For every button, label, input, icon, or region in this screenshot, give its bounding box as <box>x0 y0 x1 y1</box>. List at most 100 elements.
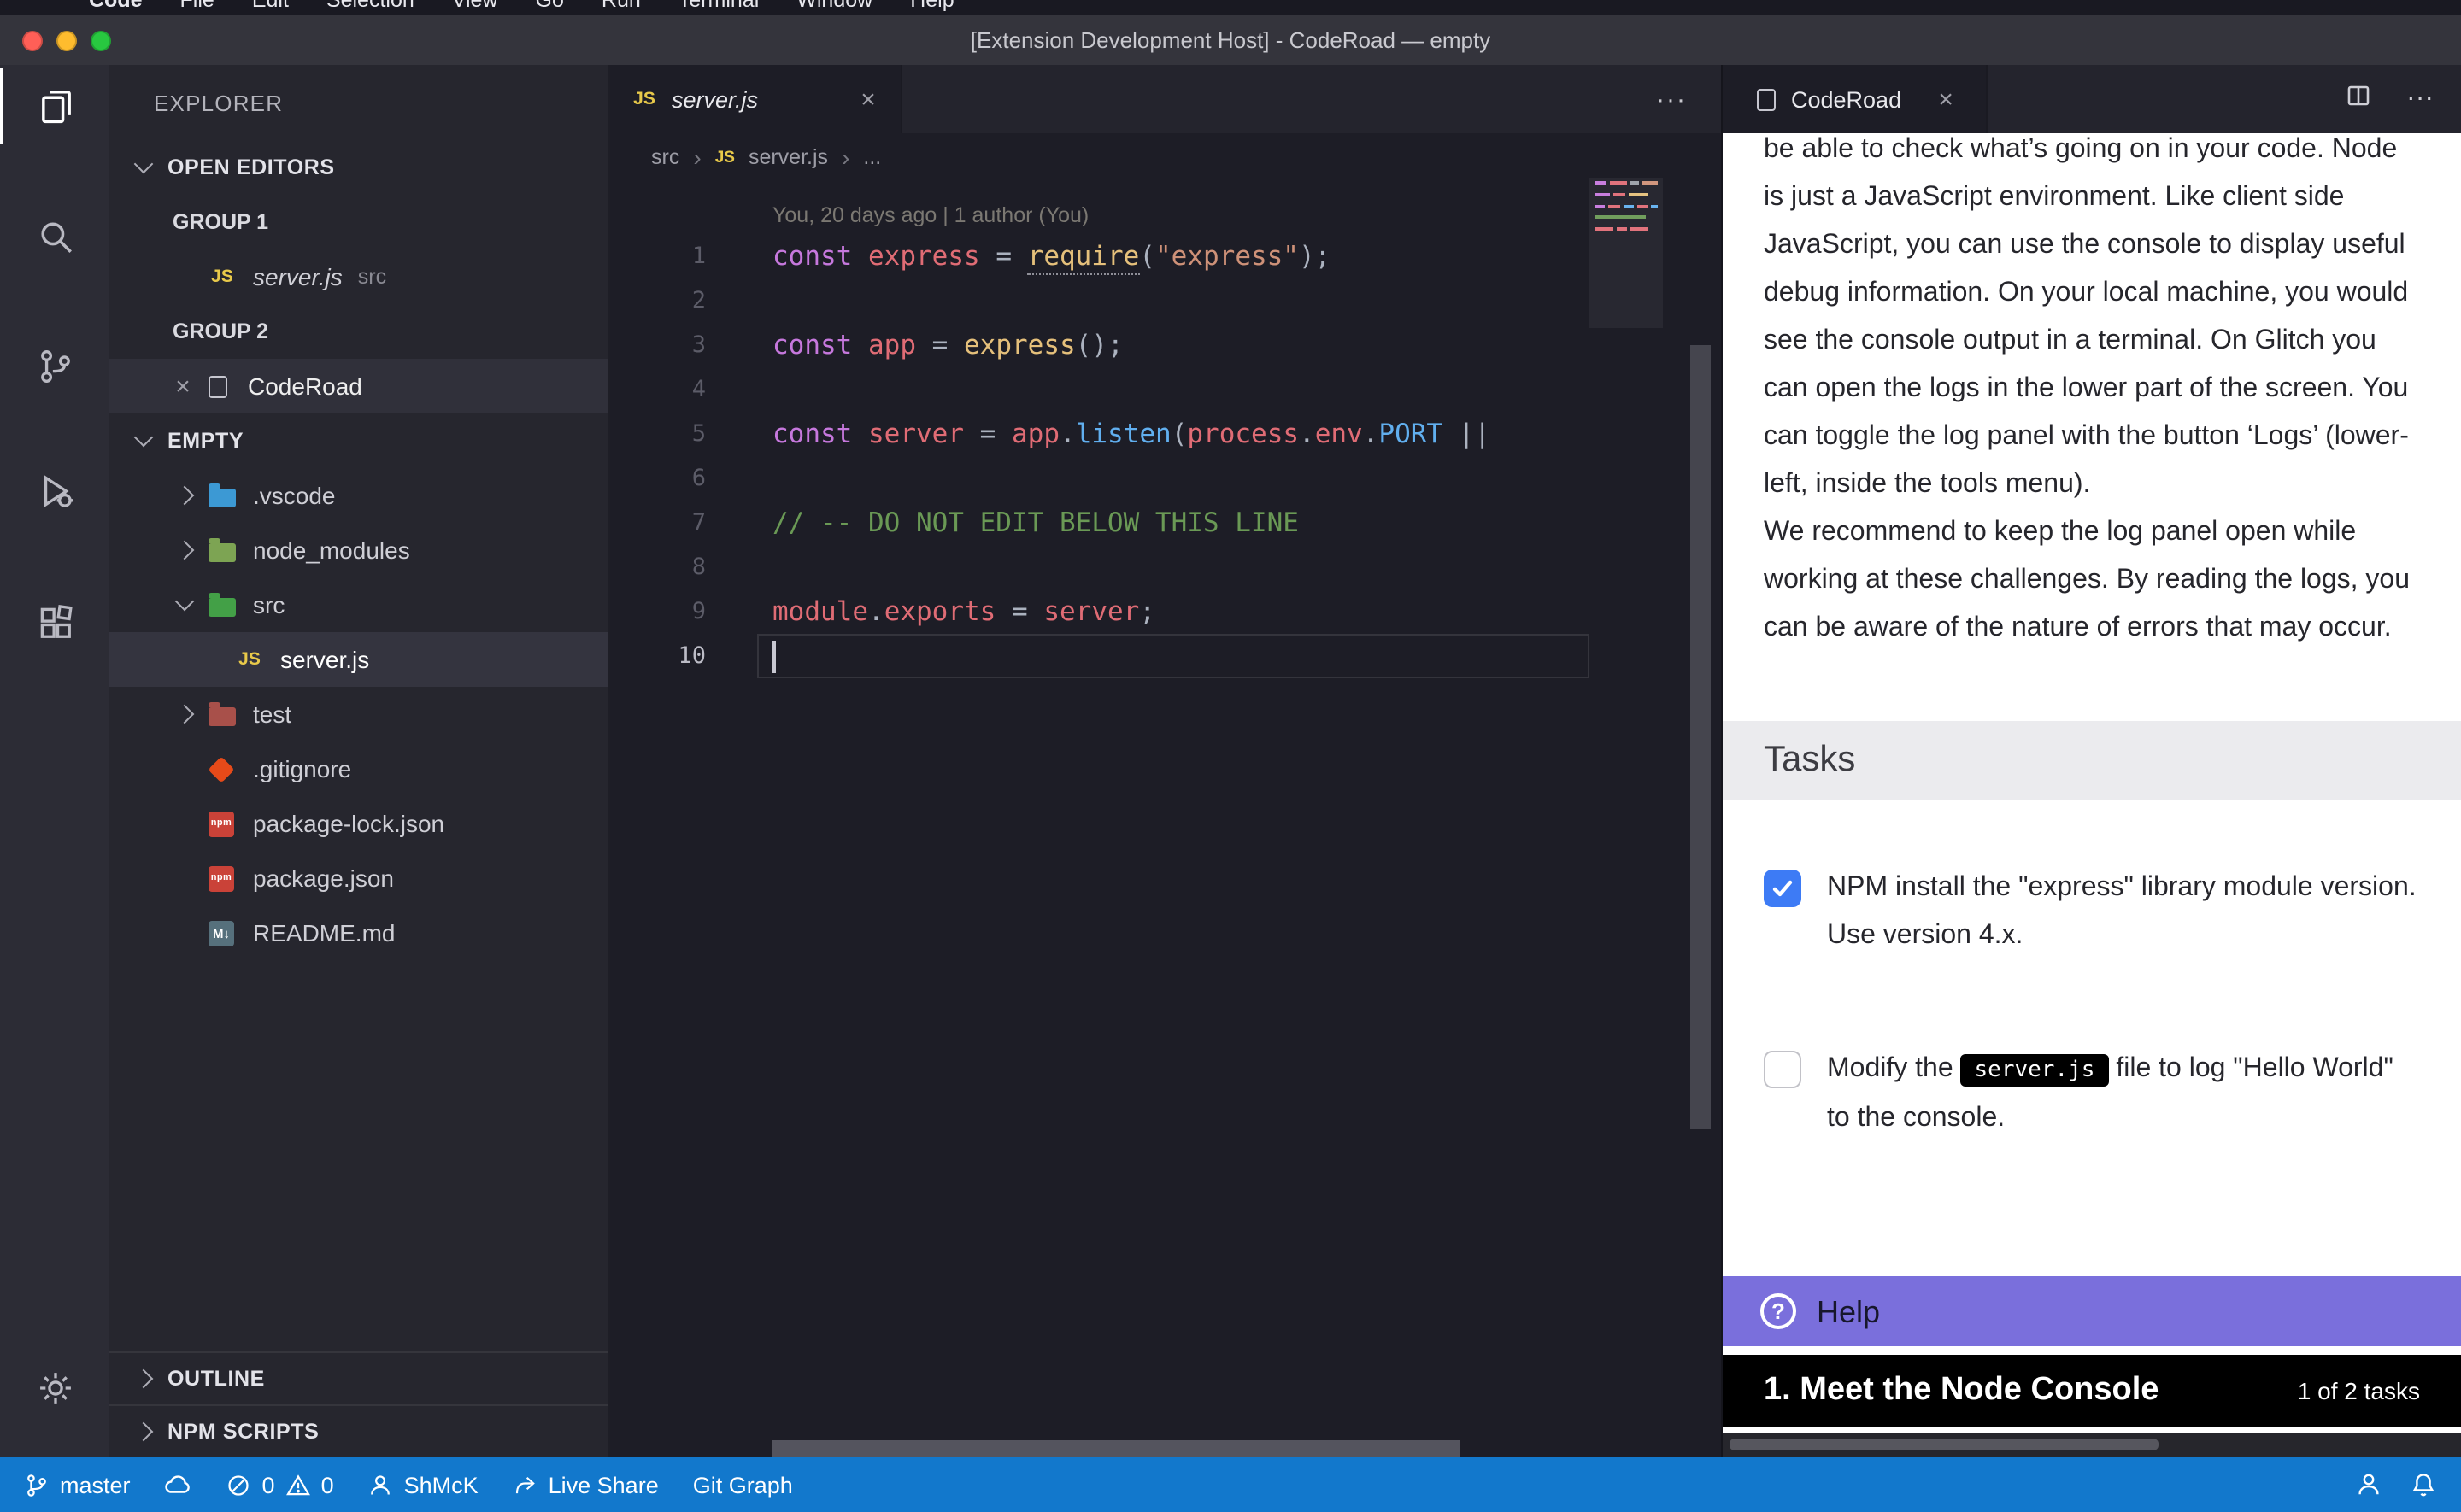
git-branch-item[interactable]: master <box>24 1472 131 1497</box>
tree-item-vscode[interactable]: .vscode <box>109 468 608 523</box>
tree-item-node-modules[interactable]: node_modules <box>109 523 608 577</box>
checkbox-checked[interactable] <box>1764 870 1801 907</box>
code-token: || <box>1442 419 1490 449</box>
code-token: exports <box>884 596 996 627</box>
menu-item-code[interactable]: Code <box>89 0 143 12</box>
code-token: "express" <box>1155 241 1299 272</box>
breadcrumb-src[interactable]: src <box>651 145 679 169</box>
chevron-right-icon <box>134 1369 154 1389</box>
tree-item-test[interactable]: test <box>109 687 608 741</box>
coderoad-webview: be able to check what’s going on in your… <box>1723 133 2461 1457</box>
code-token: express <box>964 330 1076 360</box>
tree-item-gitignore[interactable]: .gitignore <box>109 741 608 796</box>
code-token: module <box>772 596 868 627</box>
code-line: 1 const express = require("express"); <box>610 234 1721 278</box>
folder-open-icon <box>209 597 236 616</box>
inline-code-chip: server.js <box>1961 1054 2109 1087</box>
menu-item-view[interactable]: View <box>452 0 498 12</box>
run-debug-icon[interactable] <box>0 453 109 528</box>
open-editor-coderoad[interactable]: × CodeRoad <box>109 359 608 413</box>
menu-item-window[interactable]: Window <box>796 0 872 12</box>
notifications-bell-icon[interactable] <box>2410 1471 2437 1498</box>
menu-item-help[interactable]: Help <box>910 0 954 12</box>
code-token: = <box>996 596 1043 627</box>
tree-item-src[interactable]: src <box>109 577 608 632</box>
lesson-title: 1. Meet the Node Console <box>1764 1367 2159 1415</box>
close-window-button[interactable] <box>22 30 43 50</box>
search-icon[interactable] <box>0 198 109 273</box>
problems-item[interactable]: 0 0 <box>226 1472 334 1497</box>
checkbox-unchecked[interactable] <box>1764 1051 1801 1088</box>
editor-more-actions[interactable]: ··· <box>1656 65 1687 133</box>
publish-changes-button[interactable] <box>165 1471 192 1498</box>
breadcrumb-server-js[interactable]: server.js <box>749 145 828 169</box>
project-section-header[interactable]: EMPTY <box>109 413 608 468</box>
open-editor-server-js[interactable]: JS server.js src <box>109 249 608 304</box>
close-icon[interactable]: × <box>171 373 195 399</box>
npm-scripts-section-header[interactable]: NPM SCRIPTS <box>109 1404 608 1457</box>
menu-item-run[interactable]: Run <box>602 0 641 12</box>
settings-gear-icon[interactable] <box>0 1350 109 1425</box>
lesson-title-bar: 1. Meet the Node Console 1 of 2 tasks <box>1723 1355 2461 1427</box>
status-bar: master 0 0 ShMcK Live <box>0 1457 2461 1512</box>
source-control-icon[interactable] <box>0 328 109 403</box>
menu-item-edit[interactable]: Edit <box>252 0 289 12</box>
close-icon[interactable]: × <box>1934 86 1958 112</box>
warning-icon <box>285 1472 311 1497</box>
git-graph-button[interactable]: Git Graph <box>693 1472 793 1497</box>
window-title: [Extension Development Host] - CodeRoad … <box>971 27 1490 53</box>
editor-vertical-scrollbar[interactable] <box>1690 345 1711 1129</box>
activity-bar <box>0 65 109 1457</box>
editor-horizontal-scrollbar[interactable] <box>772 1440 1460 1457</box>
open-editors-header[interactable]: OPEN EDITORS <box>109 140 608 195</box>
task-item-2: Modify the server.js file to log "Hello … <box>1723 1046 2461 1143</box>
chevron-right-icon: › <box>693 144 701 171</box>
split-editor-icon[interactable] <box>2345 81 2372 117</box>
minimize-window-button[interactable] <box>56 30 77 50</box>
tree-item-package-lock[interactable]: npm package-lock.json <box>109 796 608 851</box>
code-line: 2 <box>610 278 1721 323</box>
zoom-window-button[interactable] <box>91 30 111 50</box>
scrollbar-slider[interactable] <box>1730 1439 2158 1450</box>
tree-item-server-js[interactable]: JS server.js <box>109 632 608 687</box>
code-token: = <box>916 330 964 360</box>
menu-item-file[interactable]: File <box>180 0 214 12</box>
code-token: // -- DO NOT EDIT BELOW THIS LINE <box>772 507 1299 538</box>
close-icon[interactable]: × <box>856 86 880 112</box>
file-icon <box>209 375 227 397</box>
breadcrumb-symbol[interactable]: ... <box>863 145 881 169</box>
explorer-icon[interactable] <box>0 68 109 144</box>
share-icon <box>513 1472 538 1497</box>
chevron-right-icon: › <box>842 144 849 171</box>
code-token: ); <box>1299 241 1330 272</box>
more-actions-icon[interactable]: ··· <box>2406 84 2434 114</box>
account-icon[interactable] <box>2355 1471 2382 1498</box>
cloud-icon <box>165 1471 192 1498</box>
minimap-slider[interactable] <box>1589 178 1663 328</box>
extensions-icon[interactable] <box>0 584 109 659</box>
tab-server-js[interactable]: JS server.js × <box>610 65 902 133</box>
tree-item-readme[interactable]: M↓ README.md <box>109 905 608 960</box>
help-button[interactable]: ? Help <box>1723 1276 2461 1346</box>
sidebar-title: EXPLORER <box>109 65 608 140</box>
js-file-icon: JS <box>209 267 236 287</box>
menu-item-go[interactable]: Go <box>536 0 564 12</box>
code-token: ( <box>1172 419 1188 449</box>
menu-item-terminal[interactable]: Terminal <box>678 0 760 12</box>
menu-item-selection[interactable]: Selection <box>326 0 414 12</box>
tree-item-package-json[interactable]: npm package.json <box>109 851 608 905</box>
panel-bottom-scrollbar[interactable] <box>1723 1433 2461 1457</box>
coderoad-user-item[interactable]: ShMcK <box>368 1472 479 1497</box>
gitlens-blame-annotation[interactable]: You, 20 days ago | 1 author (You) <box>772 203 1089 227</box>
editor-group-2-label: GROUP 2 <box>109 304 608 359</box>
live-share-button[interactable]: Live Share <box>513 1472 659 1497</box>
outline-section-header[interactable]: OUTLINE <box>109 1351 608 1404</box>
code-editor[interactable]: 1 const express = require("express"); 2 … <box>610 234 1721 678</box>
task-text: NPM install the "express" library module… <box>1827 864 2417 960</box>
js-file-icon: JS <box>236 649 263 670</box>
tab-title: server.js <box>672 86 758 112</box>
tasks-header: Tasks <box>1723 721 2461 800</box>
tab-coderoad[interactable]: CodeRoad × <box>1723 65 1987 133</box>
minimap[interactable] <box>1589 181 1663 625</box>
code-line: 7 // -- DO NOT EDIT BELOW THIS LINE <box>610 501 1721 545</box>
